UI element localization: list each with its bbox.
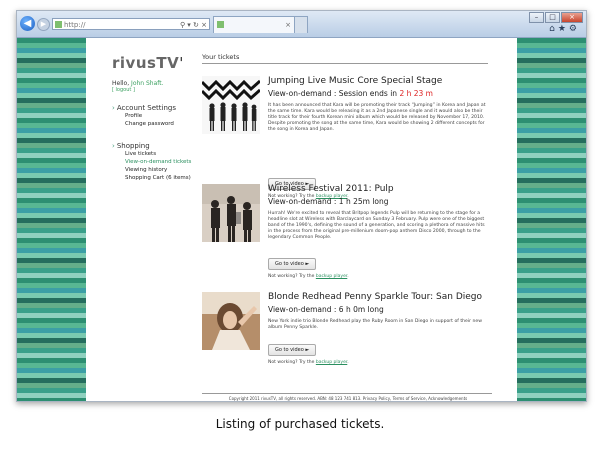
window-controls: – □ × <box>528 12 583 23</box>
greeting-prefix: Hello, <box>112 80 130 87</box>
close-window-icon[interactable]: × <box>561 12 583 23</box>
home-icon[interactable]: ⌂ <box>549 24 558 34</box>
footer-divider <box>202 393 492 394</box>
user-name: John Shaft. <box>131 80 164 87</box>
forward-arrow-icon: ▶ <box>40 20 47 28</box>
logout-link[interactable]: [ logout ] <box>112 87 135 93</box>
favicon-icon <box>55 21 62 28</box>
favorites-star-icon[interactable]: ★ <box>558 24 569 34</box>
acknowledgements-link[interactable]: Acknowledgements <box>428 396 467 401</box>
bullet-icon: › <box>112 104 115 112</box>
ticket-description: It has been announced that Kara will be … <box>268 103 486 132</box>
nav-heading-account: › Account Settings <box>112 104 177 112</box>
session-time: 2 h 23 m <box>399 89 433 98</box>
forward-button[interactable]: ▶ <box>37 18 50 31</box>
browser-toolbar: ◀ ▶ http:// ⚲ ▾ ↻ × × – □ × ⌂★⚙ <box>17 11 586 38</box>
browser-tab[interactable]: × <box>213 16 295 33</box>
ticket-thumbnail[interactable] <box>202 292 260 350</box>
go-to-video-button[interactable]: Go to video ► <box>268 258 317 270</box>
backup-player-link[interactable]: backup player <box>316 274 347 279</box>
ticket-subtitle: View-on-demand : 6 h 0m long <box>268 305 384 314</box>
ticket-thumbnail[interactable] <box>202 76 260 134</box>
address-bar[interactable]: http:// ⚲ ▾ ↻ × <box>52 18 210 30</box>
title-divider <box>202 63 488 64</box>
tab-close-icon[interactable]: × <box>285 17 291 33</box>
minimize-icon[interactable]: – <box>529 12 544 23</box>
ticket-description: Hurrah! We're excited to reveal that Bri… <box>268 211 485 240</box>
ticket-subtitle: View-on-demand : Session ends in 2 h 23 … <box>268 89 433 98</box>
decorative-stripes-left <box>17 38 86 401</box>
video-length: 1 h 25m long <box>338 197 389 206</box>
nav-item-change-password[interactable]: Change password <box>125 120 174 128</box>
new-tab-button[interactable] <box>294 16 308 33</box>
backup-player-note: Not working? Try the backup player. <box>268 360 349 365</box>
ticket-title: Jumping Live Music Core Special Stage <box>268 76 443 86</box>
page-content: rivusTV' Hello, John Shaft. [ logout ] ›… <box>86 38 517 401</box>
ticket-title: Blonde Redhead Penny Sparkle Tour: San D… <box>268 292 483 302</box>
site-footer: Copyright 2011 rivusTV, all rights reser… <box>228 396 468 401</box>
decorative-stripes-right <box>517 38 586 401</box>
page-title: Your tickets <box>202 53 240 61</box>
figure-caption: Listing of purchased tickets. <box>215 417 385 431</box>
copyright-text: Copyright 2011 rivusTV, all rights reser… <box>228 396 362 401</box>
address-tools-icon[interactable]: ⚲ ▾ ↻ × <box>180 19 207 31</box>
greeting: Hello, John Shaft. <box>112 80 164 87</box>
nav-shopping-list: Live tickets View-on-demand tickets View… <box>125 150 191 182</box>
browser-right-icons: ⌂★⚙ <box>549 24 580 34</box>
backup-player-note: Not working? Try the backup player. <box>268 274 349 279</box>
address-text: http:// <box>64 21 86 29</box>
ticket-title: Wireless Festival 2011: Pulp <box>268 184 394 194</box>
terms-of-service-link[interactable]: Terms of Service <box>393 396 426 401</box>
backup-player-link[interactable]: backup player <box>316 360 347 365</box>
ticket-description: New York indie trio Blonde Redhead play … <box>268 319 482 330</box>
settings-gear-icon[interactable]: ⚙ <box>569 24 580 34</box>
ticket-subtitle: View-on-demand : 1 h 25m long <box>268 197 389 206</box>
privacy-policy-link[interactable]: Privacy Policy <box>363 396 390 401</box>
nav-item-live-tickets[interactable]: Live tickets <box>125 150 191 158</box>
back-button[interactable]: ◀ <box>20 16 35 31</box>
nav-account-list: Profile Change password <box>125 112 174 128</box>
nav-item-viewing-history[interactable]: Viewing history <box>125 166 191 174</box>
nav-heading-shopping: › Shopping <box>112 142 150 150</box>
nav-item-shopping-cart[interactable]: Shopping Cart (6 items) <box>125 174 191 182</box>
video-length: 6 h 0m long <box>338 305 384 314</box>
bullet-icon: › <box>112 142 115 150</box>
tab-favicon-icon <box>217 21 224 28</box>
back-arrow-icon: ◀ <box>23 18 32 29</box>
site-logo[interactable]: rivusTV' <box>112 54 184 72</box>
maximize-icon[interactable]: □ <box>545 12 560 23</box>
ticket-thumbnail[interactable] <box>202 184 260 242</box>
nav-item-profile[interactable]: Profile <box>125 112 174 120</box>
browser-window: ◀ ▶ http:// ⚲ ▾ ↻ × × – □ × ⌂★⚙ rivusTV'… <box>16 10 587 402</box>
go-to-video-button[interactable]: Go to video ► <box>268 344 317 356</box>
nav-item-vod-tickets[interactable]: View-on-demand tickets <box>125 158 191 166</box>
